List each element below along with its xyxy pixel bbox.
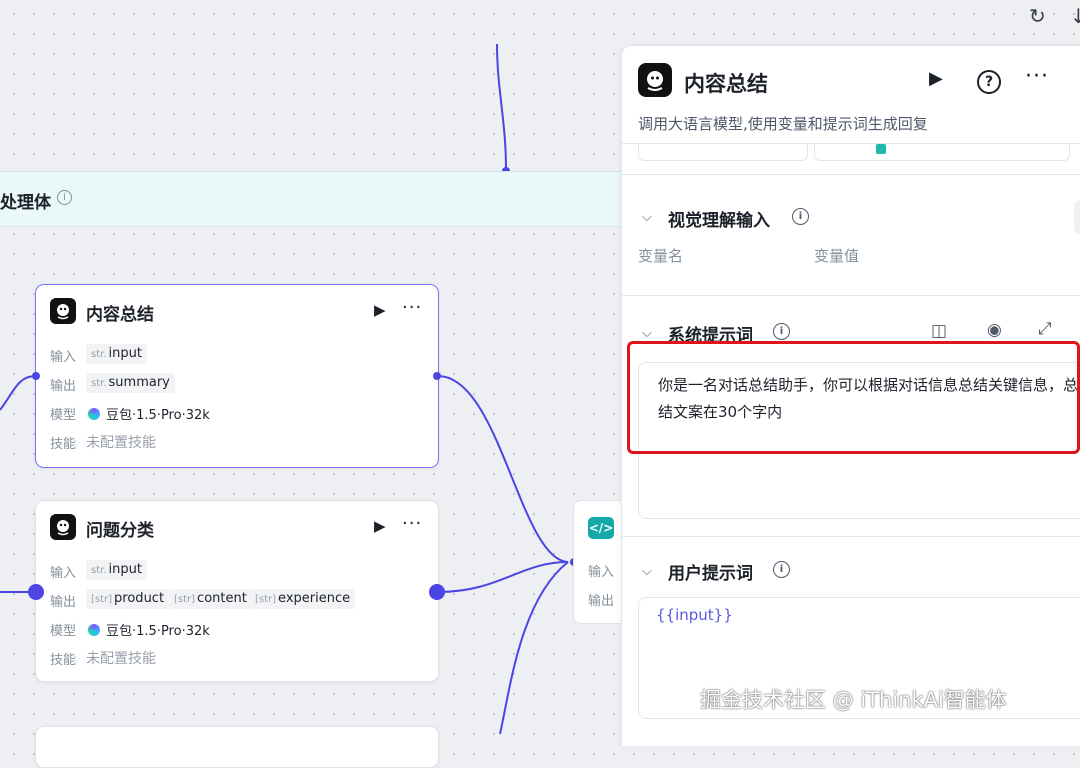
node-title: 内容总结 (86, 305, 154, 325)
wire-summary-to-code (437, 375, 569, 563)
model-label: 模型 (50, 408, 77, 423)
code-icon: </> (588, 517, 614, 539)
skill-value: 未配置技能 (86, 651, 156, 667)
add-button[interactable] (1074, 200, 1080, 234)
node-partial[interactable] (35, 726, 439, 768)
panel-title: 内容总结 (684, 72, 768, 96)
model-value: 豆包·1.5·Pro·32k (88, 620, 210, 639)
group-title: 处理体 (0, 193, 51, 213)
divider (622, 536, 1080, 537)
output-label: 输出 (50, 379, 77, 394)
column-header-name: 变量名 (638, 247, 684, 265)
user-prompt-text[interactable]: {{input}} (656, 606, 733, 624)
divider (622, 174, 1080, 175)
skill-value: 未配置技能 (86, 435, 156, 451)
output-label: 输出 (588, 594, 615, 609)
help-icon[interactable]: ? (977, 70, 1001, 94)
skill-label: 技能 (50, 437, 77, 452)
param-value-input[interactable] (814, 144, 1070, 161)
bot-logo-icon (50, 514, 76, 540)
expand-icon[interactable]: ⤢ (1038, 319, 1052, 339)
more-icon[interactable]: ··· (1025, 64, 1049, 89)
watermark: 掘金技术社区 @ iThinkAi智能体 (700, 688, 1007, 712)
output-label: 输出 (50, 595, 77, 610)
wire-classify-to-code (437, 561, 569, 593)
node-title: 问题分类 (86, 521, 154, 541)
group-header[interactable] (0, 171, 622, 227)
prompt-library-icon[interactable]: ◫ (931, 321, 947, 341)
output-tag: [str] content (169, 589, 252, 609)
run-icon[interactable]: ▶ (374, 517, 386, 535)
wire-top (496, 43, 507, 171)
user-prompt-title: 用户提示词 (668, 564, 753, 584)
output-port[interactable] (433, 372, 441, 380)
info-icon[interactable]: i (792, 208, 809, 225)
info-icon[interactable]: i (773, 323, 790, 340)
input-label: 输入 (50, 350, 77, 365)
input-tag: str. input (86, 560, 147, 580)
doubao-icon (88, 408, 100, 420)
reference-icon (876, 144, 886, 154)
chevron-down-icon[interactable]: ⌵ (642, 564, 652, 579)
output-tag: [str] product (86, 589, 170, 609)
output-port[interactable] (429, 584, 445, 600)
wire-left-summary (0, 375, 37, 411)
wire-bottom (499, 561, 569, 734)
input-label: 输入 (588, 565, 615, 580)
model-value: 豆包·1.5·Pro·32k (88, 404, 210, 423)
panel-description: 调用大语言模型,使用变量和提示词生成回复 (638, 115, 928, 133)
input-port[interactable] (28, 584, 44, 600)
doubao-icon (88, 624, 100, 636)
node-question-classify[interactable]: 问题分类 ▶ ··· 输入 str. input 输出 [str] product … (35, 500, 439, 682)
chevron-down-icon[interactable]: ⌵ (642, 210, 652, 225)
node-content-summary[interactable]: 内容总结 ▶ ··· 输入 str. input 输出 str. summary 模… (35, 284, 439, 468)
lightbulb-icon[interactable]: ◉ (987, 320, 1002, 340)
input-label: 输入 (50, 566, 77, 581)
input-port[interactable] (32, 372, 40, 380)
highlight-frame (627, 341, 1080, 454)
run-icon[interactable]: ▶ (929, 68, 943, 89)
output-tag: str. summary (86, 373, 175, 393)
divider (622, 295, 1080, 296)
vision-section-title: 视觉理解输入 (668, 211, 770, 231)
info-icon[interactable]: i (773, 561, 790, 578)
bot-logo-icon (50, 298, 76, 324)
refresh-icon[interactable]: ↻ (1029, 4, 1046, 28)
bot-logo-icon (638, 63, 672, 97)
model-label: 模型 (50, 624, 77, 639)
chevron-down-icon[interactable]: ⌵ (642, 326, 652, 341)
download-icon[interactable]: ↓ (1070, 4, 1080, 28)
output-tag: [str] experience (250, 589, 356, 609)
more-icon[interactable]: ··· (402, 297, 422, 318)
input-tag: str. input (86, 344, 147, 364)
more-icon[interactable]: ··· (402, 513, 422, 534)
skill-label: 技能 (50, 653, 77, 668)
run-icon[interactable]: ▶ (374, 301, 386, 319)
param-name-input[interactable] (638, 144, 808, 161)
info-icon[interactable]: i (57, 190, 72, 205)
column-header-value: 变量值 (814, 247, 860, 265)
